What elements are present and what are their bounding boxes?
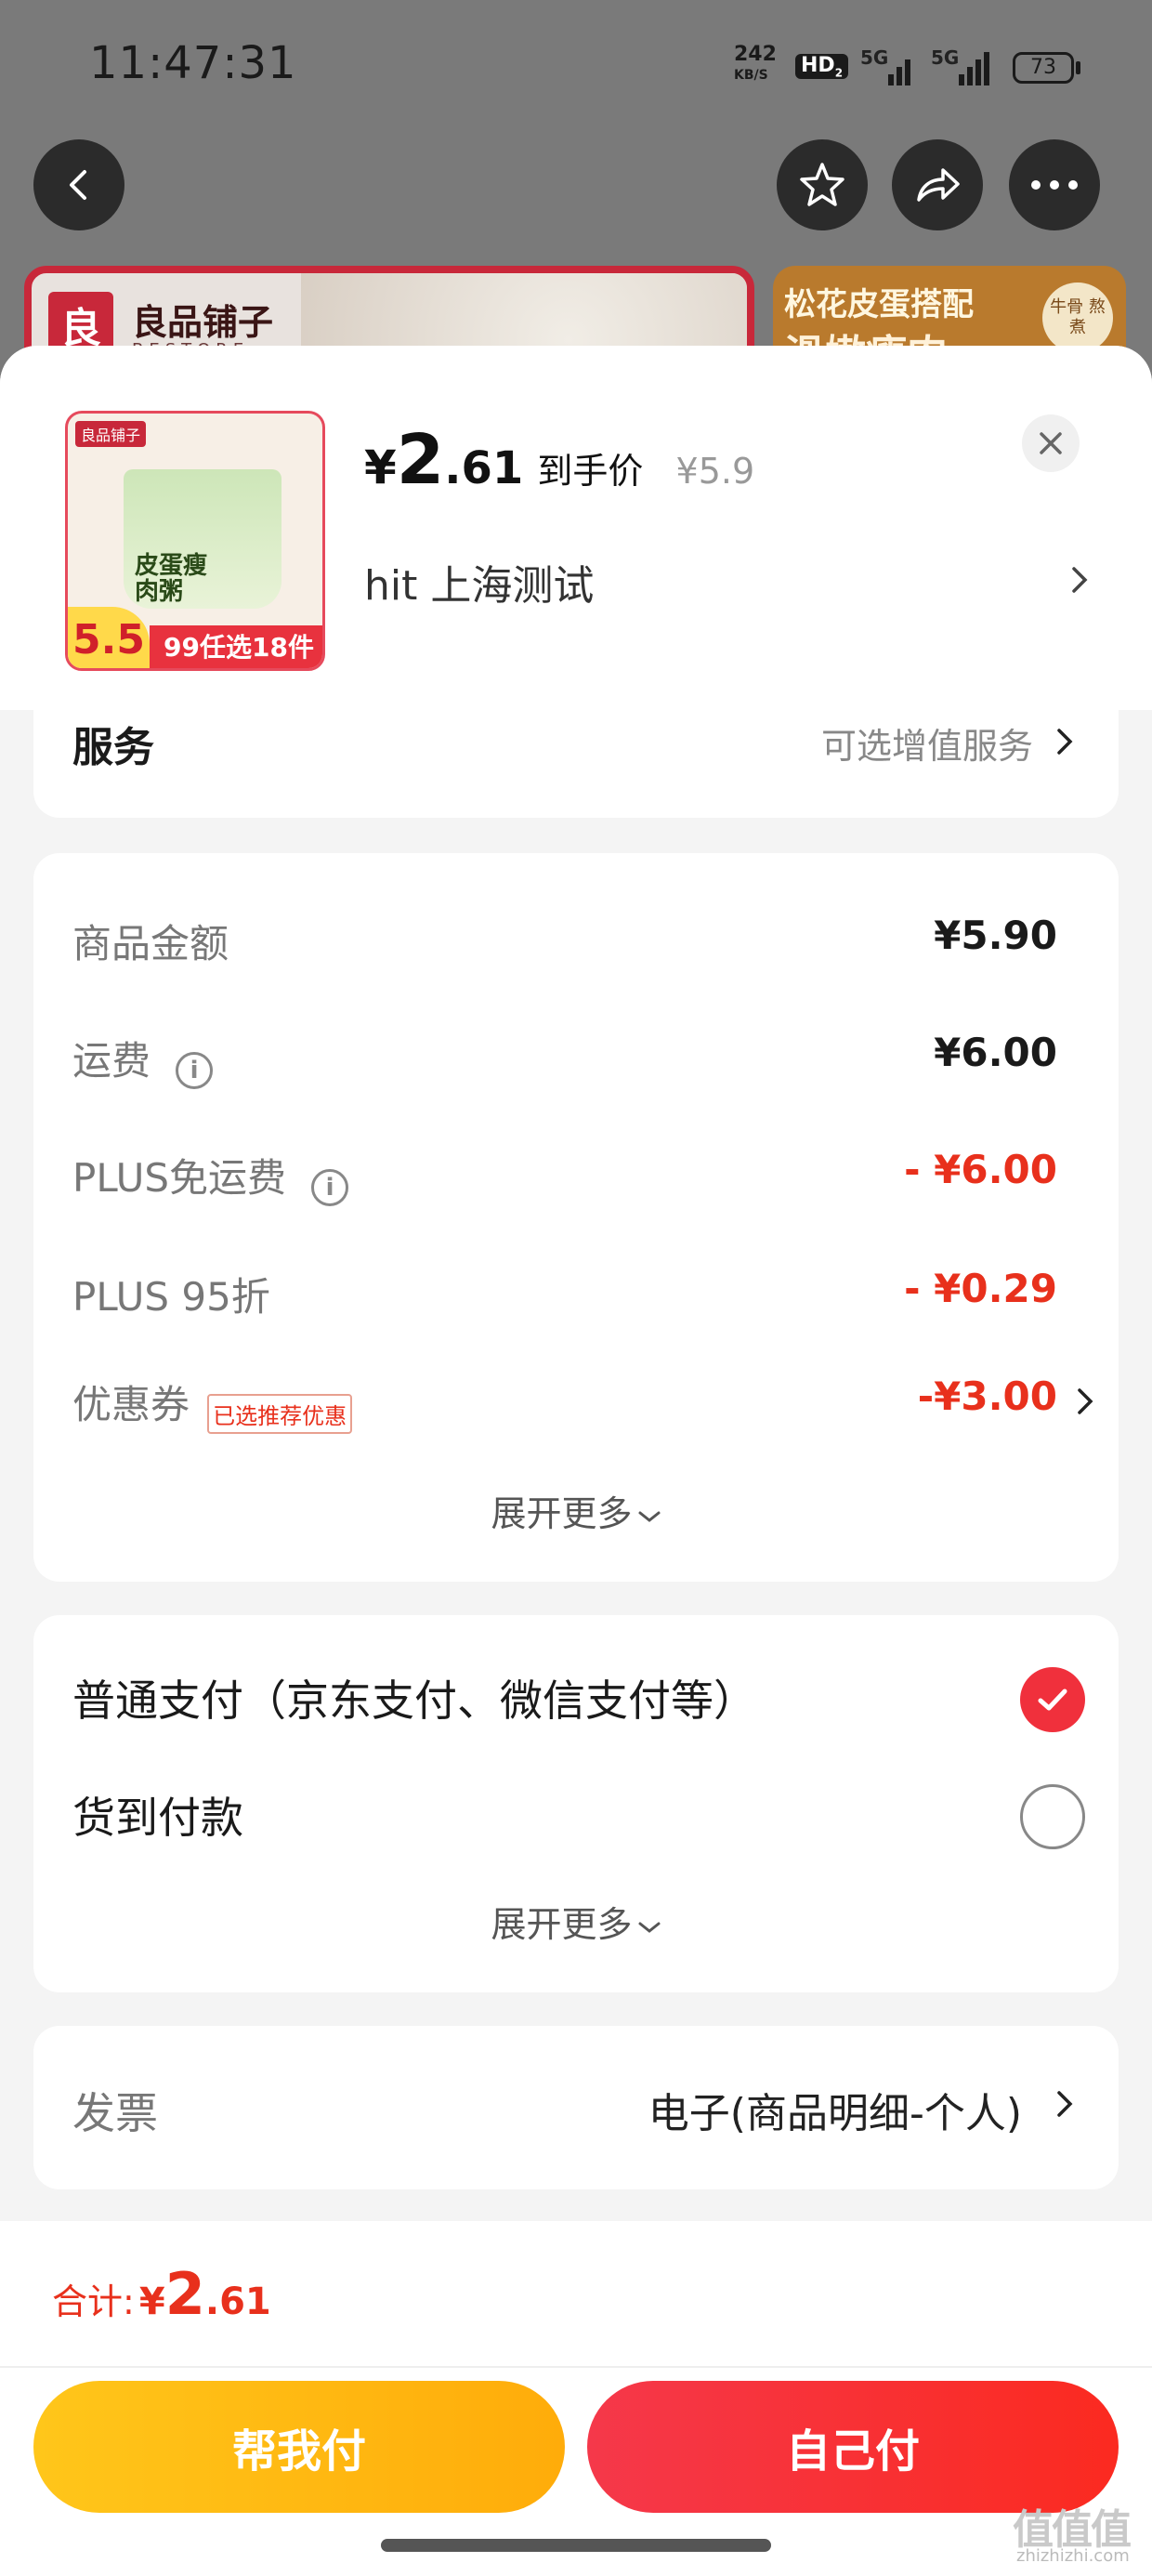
payment-radio-unselected[interactable] <box>1020 1784 1085 1849</box>
coupon-badge: 已选推荐优惠 <box>207 1394 353 1434</box>
payment-option-normal[interactable]: 普通支付（京东支付、微信支付等） <box>72 1667 1085 1741</box>
thumb-pack-text: 皮蛋瘦肉粥 <box>135 552 208 606</box>
summary-row: PLUS免运费 i - ¥6.00 <box>72 1147 1057 1206</box>
info-icon[interactable]: i <box>311 1168 349 1206</box>
invoice-label: 发票 <box>72 2088 158 2138</box>
thumb-price: 5.5 <box>68 607 150 668</box>
back-arrow-icon <box>70 170 86 200</box>
row-label: 商品金额 <box>72 921 229 966</box>
payment-radio-selected[interactable] <box>1020 1667 1085 1732</box>
watermark-url: zhizhizhi.com <box>1016 2546 1130 2566</box>
hd-icon: HD2 <box>795 54 849 80</box>
final-price: ¥2.61 到手价 ¥5.9 <box>364 420 754 500</box>
payment-option-cod[interactable]: 货到付款 <box>72 1784 1085 1859</box>
row-value: - ¥6.00 <box>904 1147 1057 1192</box>
price-dec: .61 <box>444 442 524 494</box>
row-value: ¥5.90 <box>934 913 1057 958</box>
total-label: 合计: <box>52 2281 135 2322</box>
payment-expand-button[interactable]: 展开更多 <box>33 1896 1119 1947</box>
self-pay-button[interactable]: 自己付 <box>587 2381 1119 2513</box>
check-icon <box>1038 1689 1067 1711</box>
row-value: -¥3.00 <box>917 1373 1057 1419</box>
total-int: 2 <box>164 2260 205 2328</box>
net-speed-unit: KB/S <box>734 68 768 83</box>
payment-option-label: 货到付款 <box>72 1793 243 1843</box>
thumb-brand: 良品铺子 <box>75 421 147 447</box>
payment-card: 普通支付（京东支付、微信支付等） 货到付款 展开更多 <box>33 1615 1119 1992</box>
footer-divider <box>0 2366 1152 2368</box>
chevron-right-icon <box>1057 2091 1073 2117</box>
star-icon <box>800 163 844 206</box>
coupon-row[interactable]: 优惠券 已选推荐优惠 -¥3.00 <box>72 1373 1113 1434</box>
row-label: 运费 <box>72 1038 151 1084</box>
total-currency: ¥ <box>138 2280 165 2323</box>
summary-expand-button[interactable]: 展开更多 <box>33 1485 1119 1536</box>
close-icon <box>1040 432 1062 454</box>
more-icon <box>1031 180 1078 190</box>
service-label: 服务 <box>72 724 154 771</box>
brand-name: 良品铺子 <box>132 302 274 343</box>
battery-icon: 73 <box>1013 52 1074 84</box>
product-thumbnail[interactable]: 良品铺子 皮蛋瘦肉粥 5.5 99任选18件 <box>65 411 325 671</box>
expand-label: 展开更多 <box>491 1493 633 1534</box>
chevron-down-icon <box>638 1922 661 1933</box>
net-speed-value: 242 <box>734 43 777 66</box>
row-value: - ¥0.29 <box>904 1266 1057 1311</box>
row-label: PLUS免运费 <box>72 1155 287 1201</box>
promo-sticker: 牛骨 熬煮 <box>1042 283 1113 353</box>
home-indicator[interactable] <box>381 2539 771 2552</box>
net-speed: 242 KB/S <box>734 45 777 85</box>
service-card[interactable]: 服务 可选增值服务 <box>33 710 1119 818</box>
promo-line1: 松花皮蛋搭配 <box>784 286 974 323</box>
back-button[interactable] <box>33 139 124 230</box>
row-value: ¥6.00 <box>934 1030 1057 1075</box>
signal-icon-2: 5G <box>925 46 990 87</box>
expand-label: 展开更多 <box>491 1904 633 1945</box>
address-row[interactable]: hit 上海测试 <box>364 552 1098 610</box>
thumb-promo: 99任选18件 <box>150 625 322 668</box>
summary-row: PLUS 95折 - ¥0.29 <box>72 1266 1057 1322</box>
summary-row: 运费 i ¥6.00 <box>72 1030 1057 1089</box>
share-icon <box>917 168 960 202</box>
chevron-right-icon <box>1072 567 1088 593</box>
battery-tip <box>1076 61 1080 74</box>
more-button[interactable] <box>1009 139 1100 230</box>
price-tag: 到手价 <box>537 451 644 492</box>
invoice-value: 电子(商品明细-个人) <box>648 2090 1022 2137</box>
help-pay-button[interactable]: 帮我付 <box>33 2381 565 2513</box>
price-int: 2 <box>396 420 445 500</box>
row-label: PLUS 95折 <box>72 1274 270 1320</box>
share-button[interactable] <box>892 139 983 230</box>
service-value: 可选增值服务 <box>820 726 1033 767</box>
price-summary-card: 商品金额 ¥5.90 运费 i ¥6.00 PLUS免运费 i - ¥6.00 … <box>33 853 1119 1582</box>
favorite-button[interactable] <box>777 139 868 230</box>
invoice-card[interactable]: 发票 电子(商品明细-个人) <box>33 2026 1119 2189</box>
summary-row: 商品金额 ¥5.90 <box>72 913 1057 969</box>
price-currency: ¥ <box>364 440 397 494</box>
chevron-down-icon <box>638 1511 661 1522</box>
original-price: ¥5.9 <box>675 451 755 492</box>
info-icon[interactable]: i <box>176 1051 214 1089</box>
address-text: hit 上海测试 <box>364 562 595 610</box>
total-dec: .61 <box>204 2280 271 2323</box>
total-price: 合计: ¥2.61 <box>52 2260 271 2328</box>
chevron-right-icon <box>1057 729 1073 755</box>
payment-option-label: 普通支付（京东支付、微信支付等） <box>72 1676 756 1726</box>
status-time: 11:47:31 <box>89 37 297 89</box>
row-label: 优惠券 <box>72 1382 190 1427</box>
close-button[interactable] <box>1022 414 1080 472</box>
chevron-right-icon <box>1078 1388 1093 1414</box>
